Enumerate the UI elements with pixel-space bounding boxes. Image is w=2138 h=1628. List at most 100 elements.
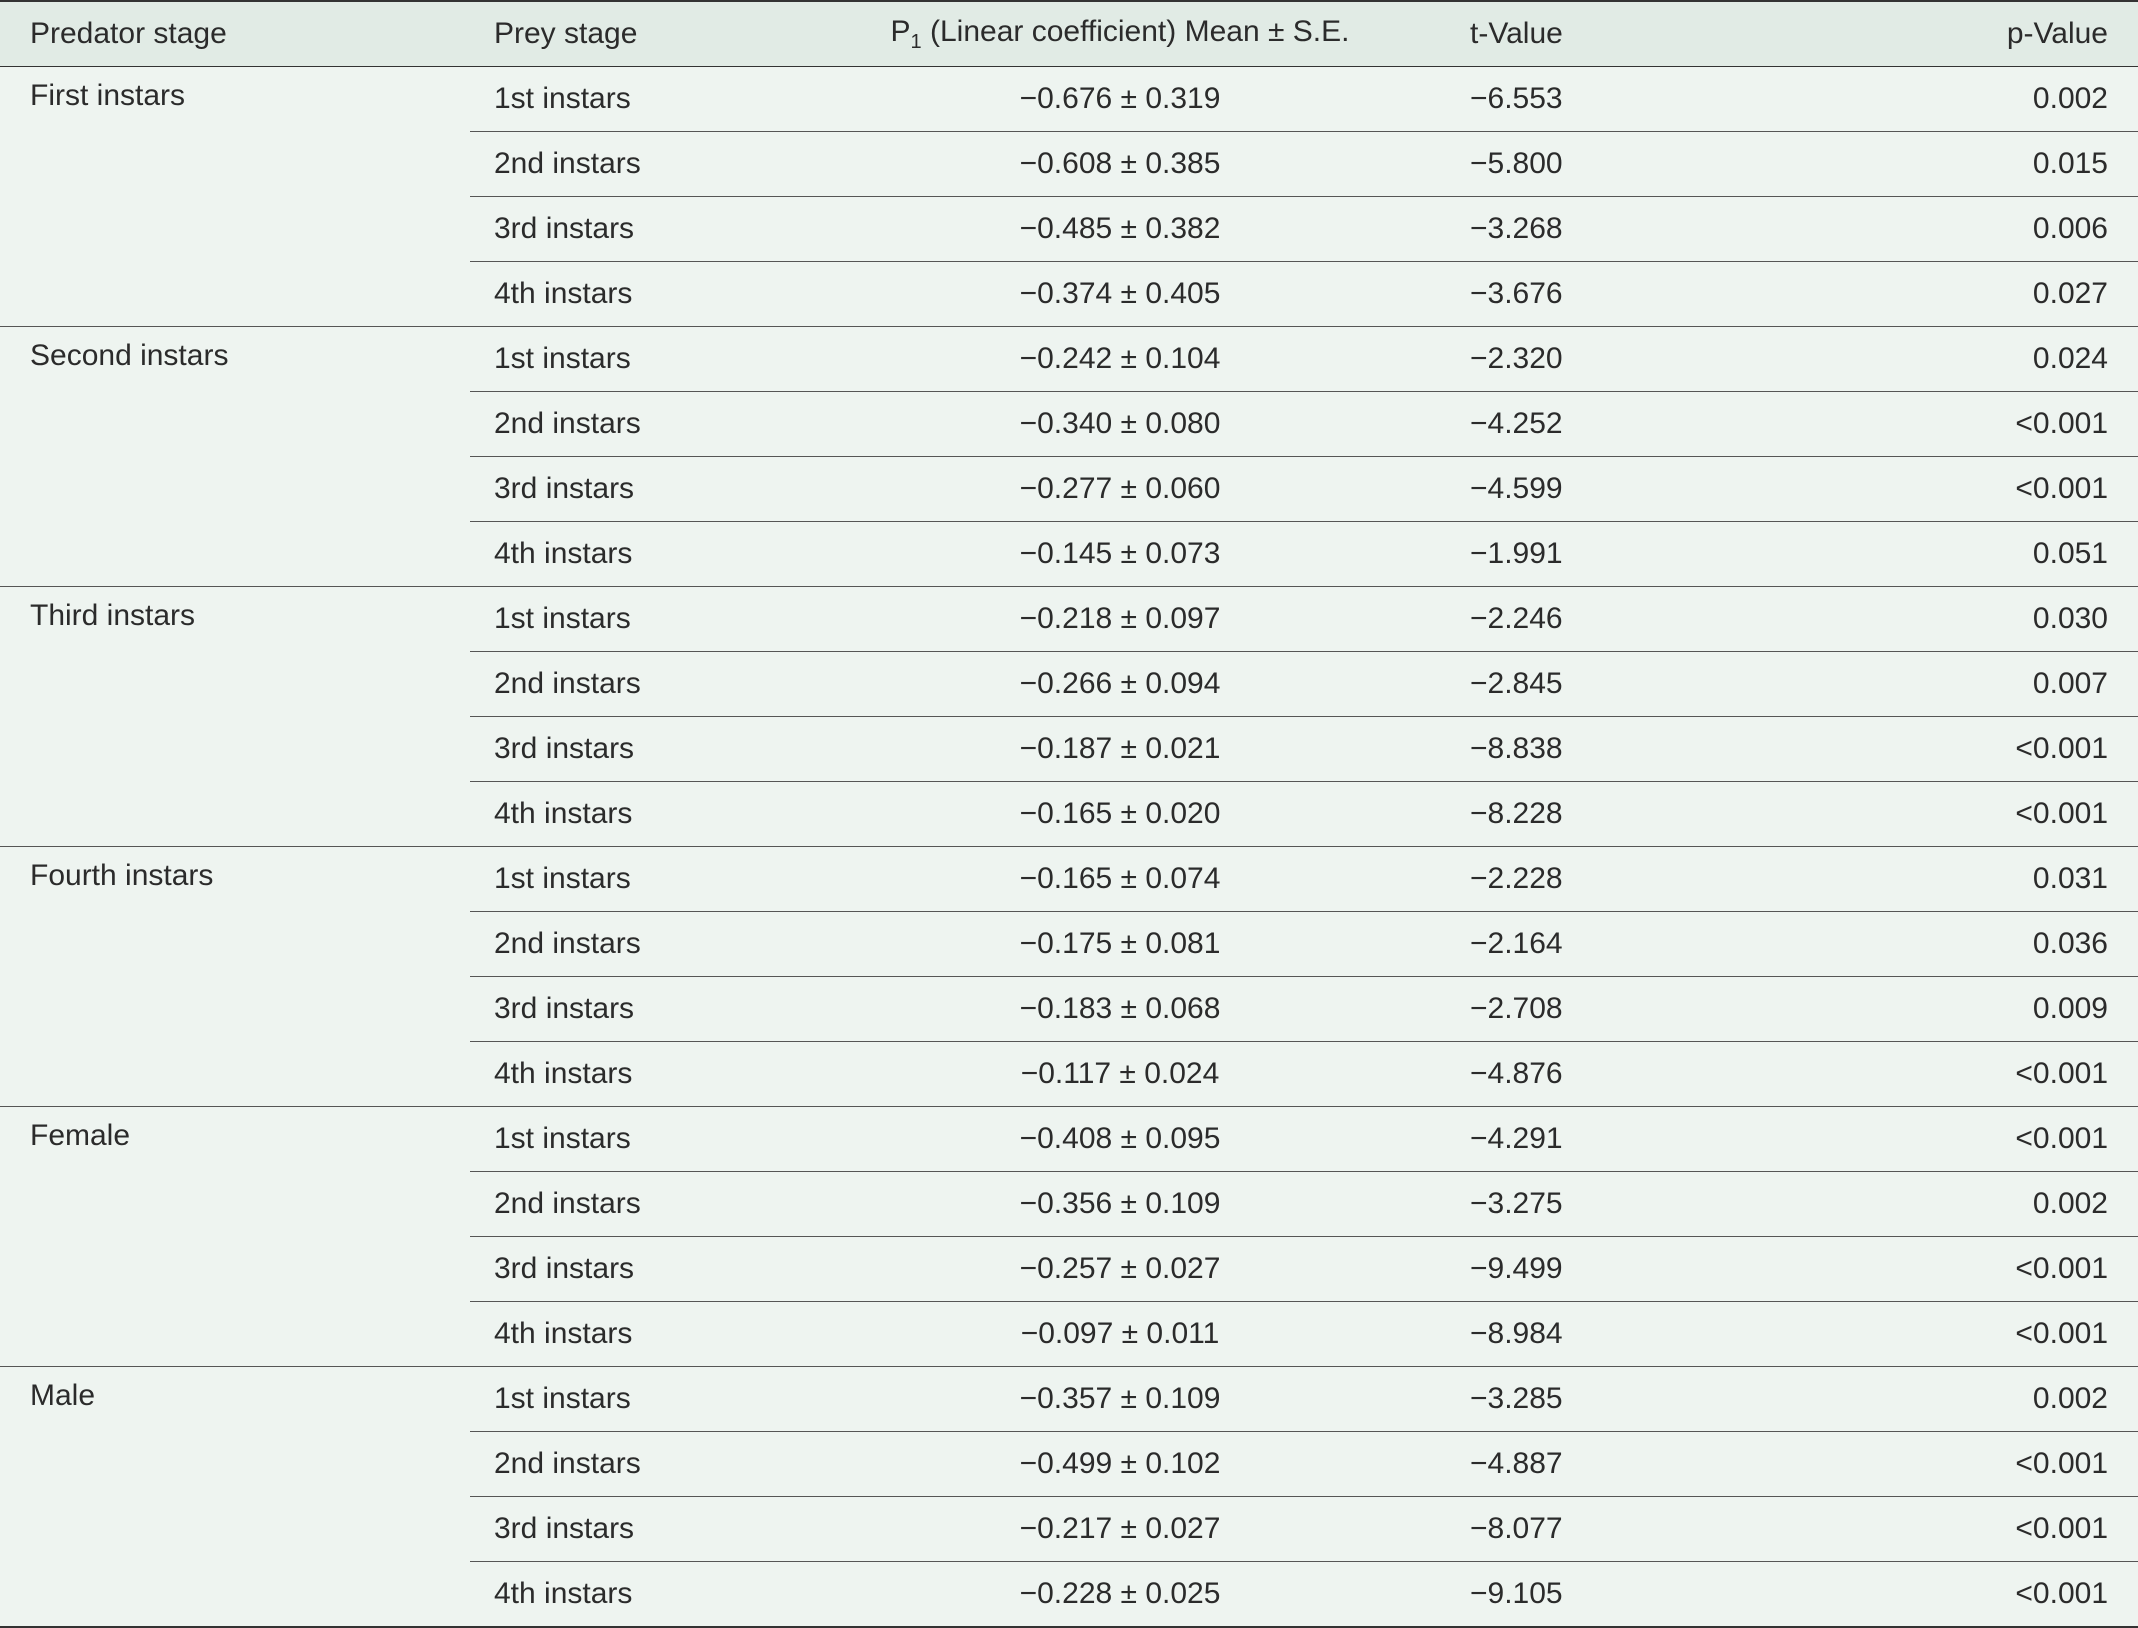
p-value-cell: <0.001	[1830, 456, 2138, 522]
table-row: Female 1st instars −0.408 ± 0.095 −4.291 <0.…	[0, 1106, 2138, 1367]
linear-coefficient-cell: −0.499 ± 0.102	[770, 1431, 1470, 1497]
predator-stage-cell: First instars	[30, 79, 186, 112]
p-value-cell: 0.002	[2032, 82, 2108, 115]
header-coef-subscript: 1	[910, 30, 922, 53]
header-t-value: t-Value	[1470, 1, 1830, 67]
p-value-cell: <0.001	[1830, 781, 2138, 847]
predator-stage-cell: Fourth instars	[0, 846, 470, 1107]
predator-stage-cell: Male	[0, 1366, 470, 1627]
table-row: Fourth instars 1st instars −0.165 ± 0.074−…	[0, 846, 2138, 1107]
p-value-cell: 0.007	[1830, 651, 2138, 717]
table-row: Second instars 1st instars −0.242 ± 0.104−…	[0, 326, 2138, 587]
header-row: Predator stage Prey stage P1 (Linear coe…	[0, 1, 2138, 67]
p-value-cell: 0.030	[1830, 586, 2138, 652]
prey-stage-cell: 4th instars	[470, 1041, 770, 1107]
p-value-cell: 0.006	[1830, 196, 2138, 262]
prey-stage-cell: 1st instars	[470, 326, 770, 392]
table-body: First instars 1st instars −0.676 ± 0.319 −6…	[0, 67, 2138, 1627]
p-value-cell: <0.001	[1830, 1041, 2138, 1107]
prey-stage-cell: 2nd instars	[470, 911, 770, 977]
p-value-cell: 0.024	[1830, 326, 2138, 392]
linear-coefficient-cell: −0.485 ± 0.382	[770, 196, 1470, 262]
p-value-cell: 0.009	[1830, 976, 2138, 1042]
t-value-cell: −2.708	[1470, 976, 1830, 1042]
linear-coefficient-cell: −0.217 ± 0.027	[770, 1496, 1470, 1562]
t-value-cell: −6.553	[1470, 82, 1563, 115]
linear-coefficient-cell: −0.257 ± 0.027	[770, 1236, 1470, 1302]
linear-coefficient-cell: −0.228 ± 0.025	[770, 1561, 1470, 1627]
p-value-cell: <0.001	[1830, 391, 2138, 457]
linear-coefficient-cell: −0.357 ± 0.109	[770, 1366, 1470, 1432]
prey-stage-cell: 3rd instars	[470, 1496, 770, 1562]
t-value-cell: −8.838	[1470, 716, 1830, 782]
t-value-cell: −4.252	[1470, 391, 1830, 457]
prey-stage-cell: 3rd instars	[470, 1236, 770, 1302]
prey-stage-cell: 4th instars	[470, 1301, 770, 1367]
prey-stage-cell: 3rd instars	[470, 976, 770, 1042]
prey-stage-cell: 2nd instars	[470, 1431, 770, 1497]
p-value-cell: <0.001	[1830, 1301, 2138, 1367]
t-value-cell: −4.887	[1470, 1431, 1830, 1497]
predator-stage-cell: Third instars	[0, 586, 470, 847]
linear-coefficient-cell: −0.218 ± 0.097	[770, 586, 1470, 652]
linear-coefficient-cell: −0.608 ± 0.385	[770, 131, 1470, 197]
p-value-cell: 0.015	[1830, 131, 2138, 197]
t-value-cell: −3.285	[1470, 1366, 1830, 1432]
header-coef-symbol: P	[890, 14, 911, 48]
linear-coefficient-cell: −0.165 ± 0.074	[770, 846, 1470, 912]
header-linear-coefficient: P1 (Linear coefficient) Mean ± S.E.	[770, 1, 1470, 67]
table-header: Predator stage Prey stage P1 (Linear coe…	[0, 1, 2138, 67]
linear-coefficient-cell: −0.374 ± 0.405	[770, 261, 1470, 327]
t-value-cell: −1.991	[1470, 521, 1830, 587]
prey-stage-cell: 1st instars	[470, 1366, 770, 1432]
prey-stage-cell: 4th instars	[470, 1561, 770, 1627]
t-value-cell: −4.291	[1470, 1106, 1830, 1172]
t-value-cell: −8.984	[1470, 1301, 1830, 1367]
prey-stage-cell: 1st instars	[470, 1106, 770, 1172]
prey-stage-cell: 4th instars	[470, 261, 770, 327]
p-value-cell: <0.001	[1830, 1561, 2138, 1627]
prey-stage-cell: 3rd instars	[470, 196, 770, 262]
p-value-cell: 0.002	[1830, 1171, 2138, 1237]
t-value-cell: −2.320	[1470, 326, 1830, 392]
table-row: Third instars 1st instars −0.218 ± 0.097 −2…	[0, 586, 2138, 847]
t-value-cell: −9.105	[1470, 1561, 1830, 1627]
regression-table: Predator stage Prey stage P1 (Linear coe…	[0, 0, 2138, 1628]
linear-coefficient-cell: −0.242 ± 0.104	[770, 326, 1470, 392]
t-value-cell: −4.876	[1470, 1041, 1830, 1107]
t-value-cell: −2.845	[1470, 651, 1830, 717]
linear-coefficient-cell: −0.165 ± 0.020	[770, 781, 1470, 847]
p-value-cell: <0.001	[1830, 1236, 2138, 1302]
prey-stage-cell: 1st instars	[470, 846, 770, 912]
t-value-cell: −8.077	[1470, 1496, 1830, 1562]
linear-coefficient-cell: −0.266 ± 0.094	[770, 651, 1470, 717]
t-value-cell: −2.246	[1470, 586, 1830, 652]
p-value-cell: 0.036	[1830, 911, 2138, 977]
t-value-cell: −4.599	[1470, 456, 1830, 522]
p-value-cell: 0.027	[1830, 261, 2138, 327]
predator-stage-cell: Second instars	[0, 326, 470, 587]
t-value-cell: −3.268	[1470, 196, 1830, 262]
linear-coefficient-cell: −0.408 ± 0.095	[770, 1106, 1470, 1172]
linear-coefficient-cell: −0.183 ± 0.068	[770, 976, 1470, 1042]
t-value-cell: −3.275	[1470, 1171, 1830, 1237]
prey-stage-cell: 2nd instars	[470, 651, 770, 717]
t-value-cell: −2.228	[1470, 846, 1830, 912]
linear-coefficient-cell: −0.145 ± 0.073	[770, 521, 1470, 587]
prey-stage-cell: 2nd instars	[470, 391, 770, 457]
t-value-cell: −8.228	[1470, 781, 1830, 847]
linear-coefficient-cell: −0.187 ± 0.021	[770, 716, 1470, 782]
p-value-cell: <0.001	[1830, 716, 2138, 782]
header-predator-stage: Predator stage	[0, 1, 470, 67]
linear-coefficient-cell: −0.676 ± 0.319	[1019, 82, 1221, 115]
p-value-cell: 0.031	[1830, 846, 2138, 912]
linear-coefficient-cell: −0.117 ± 0.024	[770, 1041, 1470, 1107]
t-value-cell: −5.800	[1470, 131, 1830, 197]
p-value-cell: 0.002	[1830, 1366, 2138, 1432]
linear-coefficient-cell: −0.175 ± 0.081	[770, 911, 1470, 977]
header-coef-label: (Linear coefficient) Mean ± S.E.	[921, 14, 1350, 48]
prey-stage-cell: 4th instars	[470, 521, 770, 587]
prey-stage-cell: 2nd instars	[470, 1171, 770, 1237]
prey-stage-cell: 3rd instars	[470, 716, 770, 782]
header-prey-stage: Prey stage	[470, 1, 770, 67]
